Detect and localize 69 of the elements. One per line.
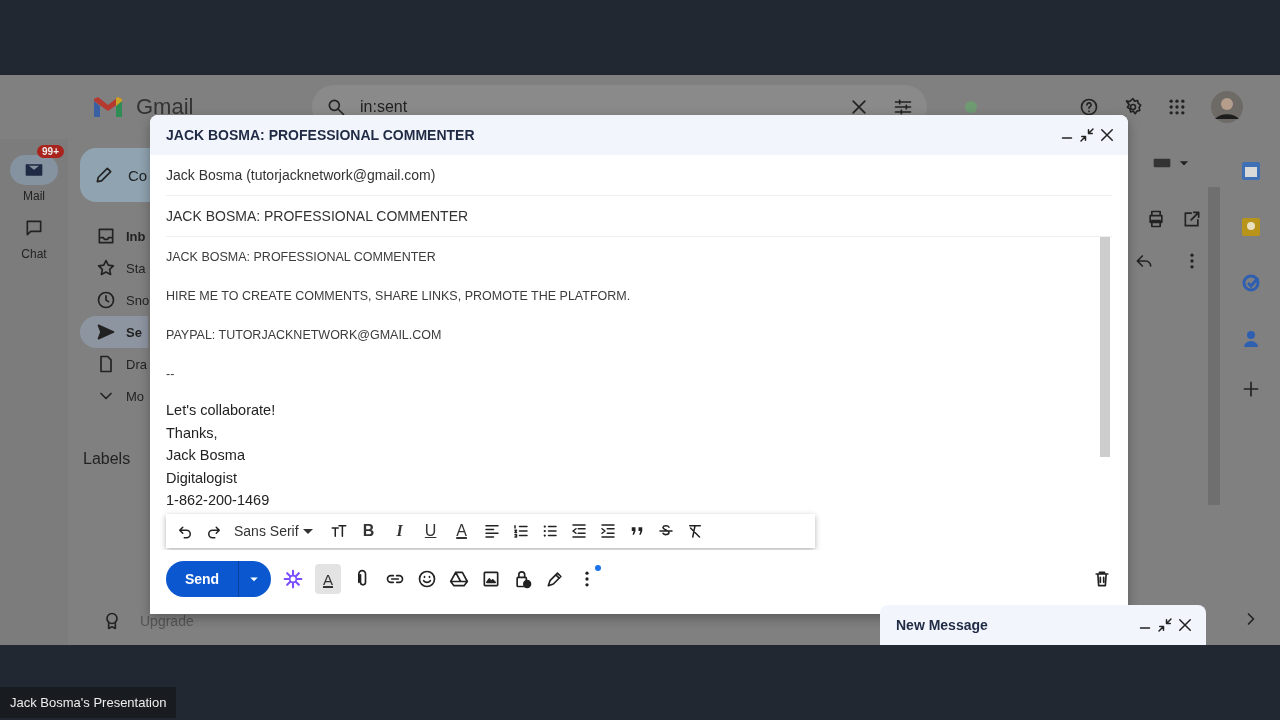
numbered-icon[interactable]: [511, 522, 530, 540]
lock-icon[interactable]: [513, 569, 533, 589]
search-icon[interactable]: [326, 97, 346, 117]
pen-icon[interactable]: [545, 569, 565, 589]
plus-icon[interactable]: [1241, 379, 1261, 399]
check-circle-icon[interactable]: [1241, 273, 1261, 293]
rail-label: Chat: [21, 247, 47, 261]
size-icon[interactable]: [329, 522, 348, 540]
exit-fullscreen-icon[interactable]: [1078, 126, 1096, 144]
formatting-button[interactable]: A: [315, 564, 341, 594]
filter-icon[interactable]: [893, 97, 913, 117]
unread-count: 99+: [37, 145, 64, 158]
bold-button[interactable]: B: [358, 522, 379, 540]
clock-icon[interactable]: [96, 290, 116, 310]
indent-icon[interactable]: [598, 522, 617, 540]
app-name: Gmail: [136, 94, 195, 120]
lightbulb-icon[interactable]: [1241, 217, 1261, 237]
body-text: Thanks,: [166, 423, 219, 443]
nav-item[interactable]: Se: [80, 316, 148, 348]
caret-icon[interactable]: [302, 528, 313, 534]
star-icon[interactable]: [96, 258, 116, 278]
body-text: JACK BOSMA: PROFESSIONAL COMMENTER: [166, 249, 437, 266]
nav-item[interactable]: Inb: [80, 220, 148, 252]
color-button[interactable]: A: [451, 522, 472, 540]
outdent-icon[interactable]: [569, 522, 588, 540]
avatar[interactable]: [1211, 91, 1243, 123]
compose-title: New Message: [896, 617, 988, 633]
presentation-label: Jack Bosma's Presentation: [0, 687, 177, 718]
body-text: HIRE ME TO CREATE COMMENTS, SHARE LINKS, PROMOTE THE PLATFORM.: [166, 288, 632, 305]
body-text: Digitalogist: [166, 468, 238, 488]
settings-icon[interactable]: [1123, 97, 1143, 117]
nav-item[interactable]: Sno: [80, 284, 148, 316]
image-icon[interactable]: [481, 569, 501, 589]
clear-search-icon[interactable]: [849, 97, 869, 117]
inbox-icon[interactable]: [96, 226, 116, 246]
body-text: PAYPAL: TUTORJACKNETWORK@GMAIL.COM: [166, 327, 443, 344]
body-text: --: [166, 366, 176, 383]
help-icon[interactable]: [1079, 97, 1099, 117]
sparkle-icon[interactable]: [283, 569, 303, 589]
close-icon[interactable]: [1176, 616, 1194, 634]
rail-button[interactable]: [10, 155, 58, 185]
nav-item[interactable]: Sta: [80, 252, 148, 284]
underline-button[interactable]: U: [420, 522, 441, 540]
close-icon[interactable]: [1098, 126, 1116, 144]
pencil-icon[interactable]: [94, 165, 114, 185]
send-icon[interactable]: [96, 322, 116, 342]
body-text: Jack Bosma: [166, 446, 246, 465]
nav-item[interactable]: Mo: [80, 380, 148, 412]
body-text: 1-862-200-1469: [166, 491, 271, 510]
apps-icon[interactable]: [1167, 97, 1187, 117]
emoji-icon[interactable]: [417, 569, 437, 589]
gmail-logo-icon: [92, 95, 124, 119]
drive-icon[interactable]: [449, 569, 469, 589]
nav-item[interactable]: Dra: [80, 348, 148, 380]
italic-button[interactable]: I: [389, 522, 410, 540]
print-icon[interactable]: [1146, 209, 1166, 229]
expand-icon[interactable]: [1156, 616, 1174, 634]
labels-heading: Labels: [83, 450, 132, 468]
open-in-new-icon[interactable]: [1182, 209, 1202, 229]
subject-field[interactable]: JACK BOSMA: PROFESSIONAL COMMENTER: [166, 208, 469, 224]
font-dropdown[interactable]: Sans Serif: [234, 523, 319, 539]
calendar-icon[interactable]: [1241, 161, 1261, 181]
align-icon[interactable]: [482, 522, 501, 540]
body-text: Let's collaborate!: [166, 401, 277, 420]
compose-title: JACK BOSMA: PROFESSIONAL COMMENTER: [166, 127, 475, 143]
chat-icon[interactable]: [24, 218, 44, 238]
send-button[interactable]: Send: [166, 561, 271, 597]
scrollbar[interactable]: [1100, 237, 1110, 457]
rail-label: Mail: [23, 189, 45, 203]
